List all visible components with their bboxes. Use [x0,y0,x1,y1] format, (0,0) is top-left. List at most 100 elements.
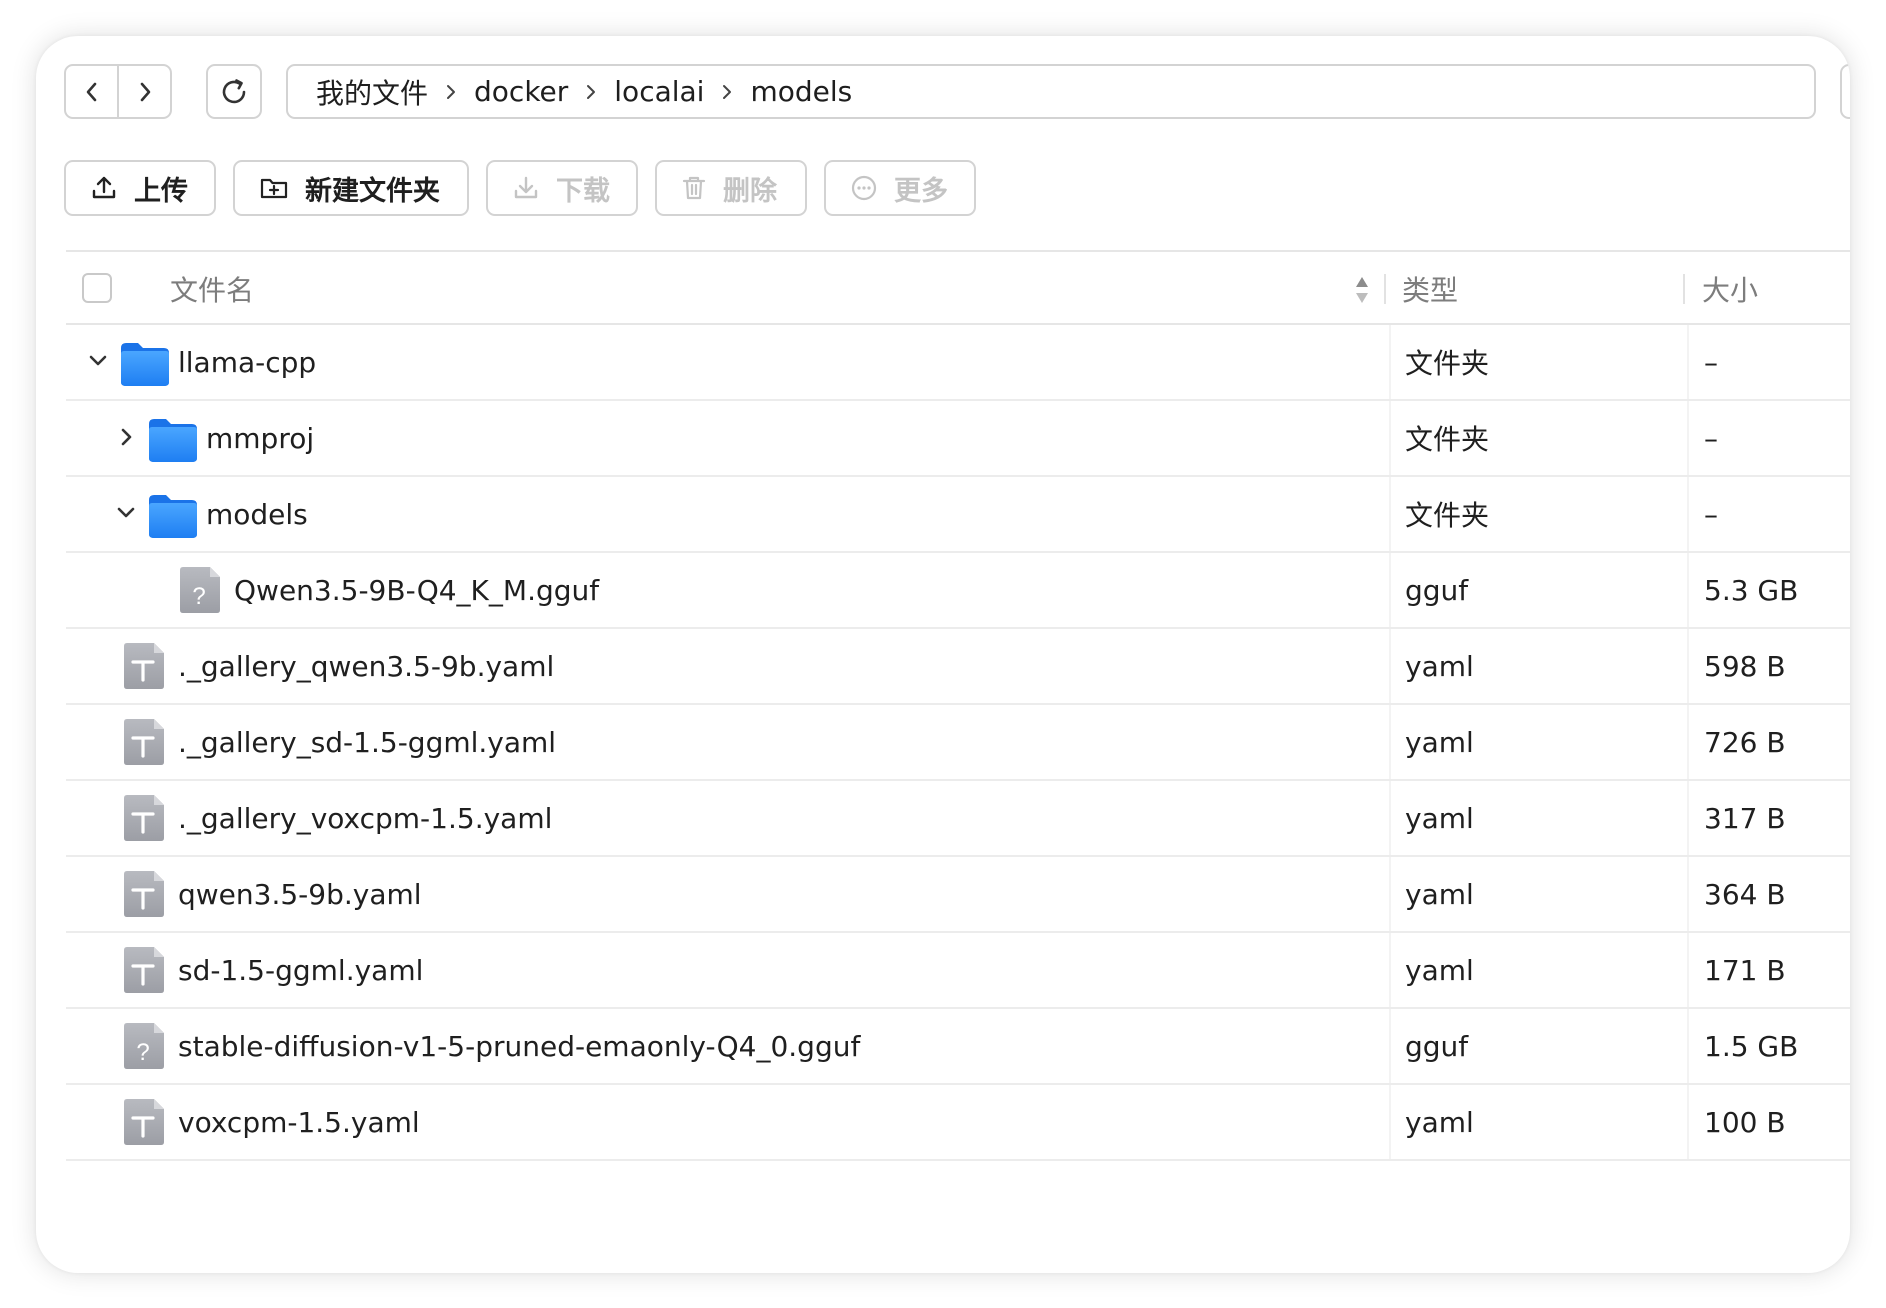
chevron-right-icon [140,82,150,101]
file-size: 598 B [1704,649,1786,683]
file-type: yaml [1405,953,1474,987]
folder-icon [118,340,172,392]
table-row[interactable]: ? Qwen3.5-9B-Q4_K_M.gguf gguf 5.3 GB [66,553,1850,629]
breadcrumb-item-models[interactable]: models [750,75,852,108]
column-divider[interactable] [1384,274,1386,304]
breadcrumb-item-docker[interactable]: docker [474,75,568,108]
file-type: yaml [1405,649,1474,683]
upload-button[interactable]: 上传 [64,160,216,216]
column-header-size[interactable]: 大小 [1702,252,1758,325]
trash-icon [682,176,706,200]
file-size: 100 B [1704,1105,1786,1139]
file-size: 364 B [1704,877,1786,911]
file-name[interactable]: Qwen3.5-9B-Q4_K_M.gguf [234,553,599,627]
upload-icon [92,176,116,199]
table-row[interactable]: ._gallery_voxcpm-1.5.yaml yaml 317 B [66,781,1850,857]
history-nav [64,64,172,119]
file-size: 171 B [1704,953,1786,987]
chevron-right-icon[interactable] [114,425,138,453]
file-name[interactable]: ._gallery_sd-1.5-ggml.yaml [178,705,556,779]
new-folder-label: 新建文件夹 [305,175,440,207]
file-name[interactable]: mmproj [206,401,314,475]
file-type: yaml [1405,725,1474,759]
column-header-name[interactable]: 文件名 [170,252,254,325]
file-size: 317 B [1704,801,1786,835]
delete-label: 删除 [723,175,777,207]
forward-button[interactable] [117,66,170,117]
table-row[interactable]: mmproj 文件夹 – [66,401,1850,477]
breadcrumb[interactable]: 我的文件 docker localai models [286,64,1816,119]
folder-icon [146,416,200,468]
delete-button[interactable]: 删除 [655,160,807,216]
breadcrumb-item-localai[interactable]: localai [614,75,704,108]
new-folder-button[interactable]: 新建文件夹 [233,160,469,216]
file-table: 文件名 类型 大小 llama-cpp 文件夹 – mmproj 文件夹 – models 文… [66,250,1850,1161]
action-toolbar: 上传 新建文件夹 下载 删除 更多 [64,160,976,216]
table-row[interactable]: models 文件夹 – [66,477,1850,553]
table-row[interactable]: sd-1.5-ggml.yaml yaml 171 B [66,933,1850,1009]
file-type: yaml [1405,1105,1474,1139]
file-size: 5.3 GB [1704,573,1799,607]
more-label: 更多 [894,175,948,207]
file-type: yaml [1405,877,1474,911]
more-button[interactable]: 更多 [824,160,976,216]
table-row[interactable]: llama-cpp 文件夹 – [66,325,1850,401]
select-all-checkbox[interactable] [82,273,112,303]
back-button[interactable] [66,66,117,117]
file-type: 文件夹 [1405,347,1490,380]
file-size: – [1704,345,1718,379]
file-size: – [1704,497,1718,531]
breadcrumb-separator-icon [446,84,456,100]
file-name[interactable]: voxcpm-1.5.yaml [178,1085,420,1159]
file-name[interactable]: stable-diffusion-v1-5-pruned-emaonly-Q4_… [178,1009,860,1083]
table-row[interactable]: ? stable-diffusion-v1-5-pruned-emaonly-Q4… [66,1009,1850,1085]
download-icon [514,176,538,199]
column-header-type[interactable]: 类型 [1402,252,1458,325]
chevron-down-icon[interactable] [114,501,138,529]
file-type: 文件夹 [1405,499,1490,532]
search-box-edge[interactable] [1840,64,1850,119]
table-row[interactable]: qwen3.5-9b.yaml yaml 364 B [66,857,1850,933]
text-file-icon [118,641,168,695]
file-name[interactable]: ._gallery_voxcpm-1.5.yaml [178,781,552,855]
table-body: llama-cpp 文件夹 – mmproj 文件夹 – models 文件夹 –? Qwen3.… [66,325,1850,1161]
breadcrumb-separator-icon [586,84,596,100]
unknown-file-icon: ? [118,1021,168,1075]
table-row[interactable]: ._gallery_qwen3.5-9b.yaml yaml 598 B [66,629,1850,705]
file-name[interactable]: models [206,477,308,551]
sort-icon[interactable] [1354,274,1370,306]
text-file-icon [118,1097,168,1151]
svg-text:?: ? [136,1039,149,1066]
column-divider[interactable] [1683,274,1685,304]
table-header: 文件名 类型 大小 [66,250,1850,325]
refresh-icon [222,78,246,103]
folder-icon [146,492,200,544]
file-type: 文件夹 [1405,423,1490,456]
file-type: gguf [1405,573,1469,607]
text-file-icon [118,869,168,923]
refresh-button[interactable] [206,64,262,119]
text-file-icon [118,945,168,999]
download-button[interactable]: 下载 [486,160,638,216]
file-name[interactable]: ._gallery_qwen3.5-9b.yaml [178,629,554,703]
file-name[interactable]: qwen3.5-9b.yaml [178,857,422,931]
file-manager-window: 我的文件 docker localai models 上传 新建文件夹 下载 删… [36,36,1850,1273]
file-name[interactable]: sd-1.5-ggml.yaml [178,933,423,1007]
unknown-file-icon: ? [174,565,224,619]
file-size: 726 B [1704,725,1786,759]
chevron-down-icon[interactable] [86,349,110,377]
file-size: 1.5 GB [1704,1029,1799,1063]
new-folder-icon [260,178,288,199]
text-file-icon [118,793,168,847]
svg-text:?: ? [192,583,205,610]
text-file-icon [118,717,168,771]
file-type: yaml [1405,801,1474,835]
table-row[interactable]: ._gallery_sd-1.5-ggml.yaml yaml 726 B [66,705,1850,781]
file-name[interactable]: llama-cpp [178,325,316,399]
upload-label: 上传 [134,175,188,207]
download-label: 下载 [556,175,610,207]
breadcrumb-item-my-files[interactable]: 我的文件 [316,72,428,112]
file-size: – [1704,421,1718,455]
more-icon [851,175,877,201]
table-row[interactable]: voxcpm-1.5.yaml yaml 100 B [66,1085,1850,1161]
